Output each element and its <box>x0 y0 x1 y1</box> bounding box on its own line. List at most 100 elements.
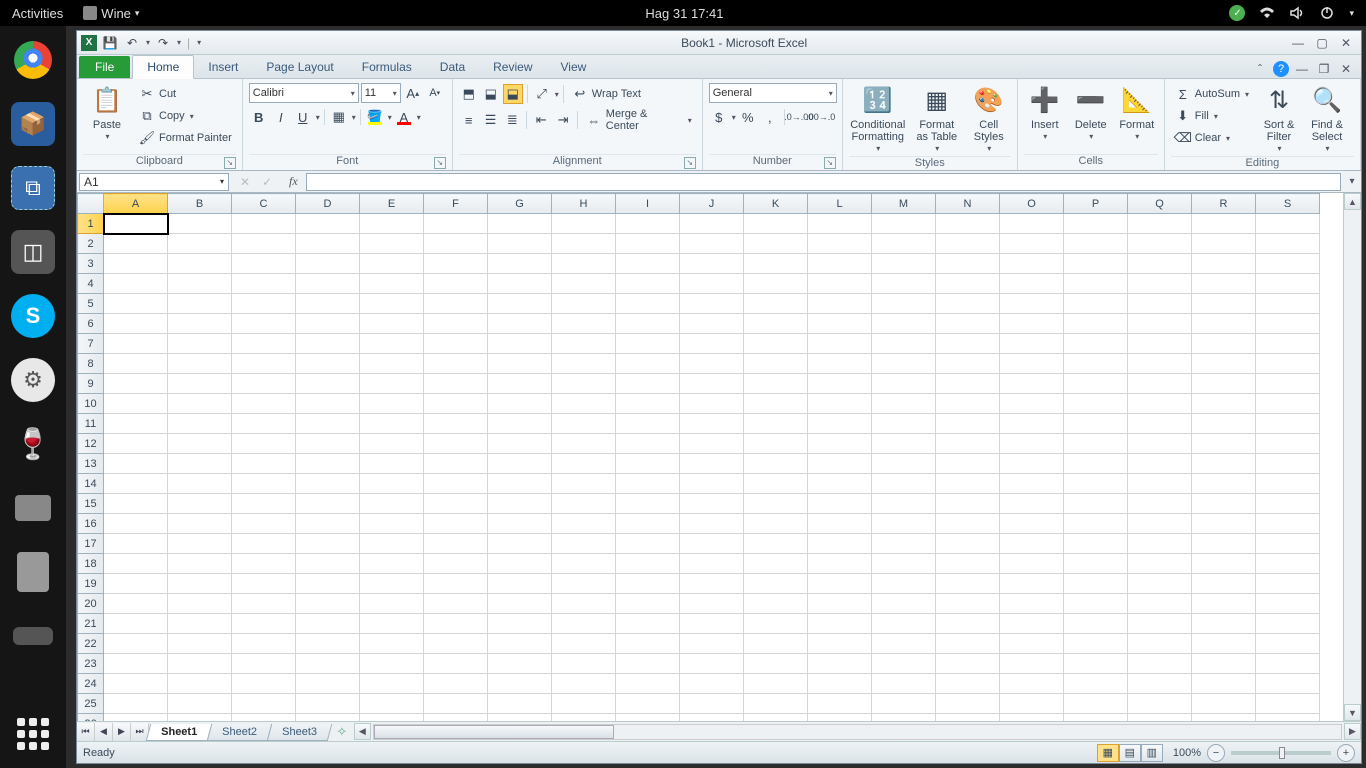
cell-Q8[interactable] <box>1128 354 1192 374</box>
cell-K16[interactable] <box>744 514 808 534</box>
dock-virtualbox[interactable]: 📦 <box>11 102 55 146</box>
cell-J5[interactable] <box>680 294 744 314</box>
row-header-16[interactable]: 16 <box>78 514 104 534</box>
font-name-combo[interactable]: Calibri▾ <box>249 83 359 103</box>
border-button[interactable]: ▦ <box>329 107 349 127</box>
cell-J16[interactable] <box>680 514 744 534</box>
cell-L9[interactable] <box>808 374 872 394</box>
cell-L18[interactable] <box>808 554 872 574</box>
cell-D13[interactable] <box>296 454 360 474</box>
cell-C5[interactable] <box>232 294 296 314</box>
cell-H10[interactable] <box>552 394 616 414</box>
cell-P1[interactable] <box>1064 214 1128 234</box>
cell-G8[interactable] <box>488 354 552 374</box>
cell-J21[interactable] <box>680 614 744 634</box>
cell-O4[interactable] <box>1000 274 1064 294</box>
cell-J18[interactable] <box>680 554 744 574</box>
autosum-button[interactable]: ΣAutoSum▾ <box>1171 83 1253 105</box>
cell-C13[interactable] <box>232 454 296 474</box>
column-header-G[interactable]: G <box>488 194 552 214</box>
cell-H25[interactable] <box>552 694 616 714</box>
cell-F16[interactable] <box>424 514 488 534</box>
cell-M8[interactable] <box>872 354 936 374</box>
cell-O2[interactable] <box>1000 234 1064 254</box>
cell-B15[interactable] <box>168 494 232 514</box>
cell-R21[interactable] <box>1192 614 1256 634</box>
cell-F25[interactable] <box>424 694 488 714</box>
cell-K23[interactable] <box>744 654 808 674</box>
sheet-tab-sheet2[interactable]: Sheet2 <box>207 724 272 741</box>
cell-R14[interactable] <box>1192 474 1256 494</box>
cell-R24[interactable] <box>1192 674 1256 694</box>
sheet-nav-next[interactable]: ▶ <box>113 723 131 741</box>
cell-S7[interactable] <box>1256 334 1320 354</box>
cell-G14[interactable] <box>488 474 552 494</box>
cell-F20[interactable] <box>424 594 488 614</box>
font-color-button[interactable]: A <box>394 107 414 127</box>
cell-F9[interactable] <box>424 374 488 394</box>
cell-J6[interactable] <box>680 314 744 334</box>
column-header-B[interactable]: B <box>168 194 232 214</box>
cell-K25[interactable] <box>744 694 808 714</box>
row-header-5[interactable]: 5 <box>78 294 104 314</box>
cell-O14[interactable] <box>1000 474 1064 494</box>
cell-D12[interactable] <box>296 434 360 454</box>
cell-G13[interactable] <box>488 454 552 474</box>
cell-I18[interactable] <box>616 554 680 574</box>
cell-I22[interactable] <box>616 634 680 654</box>
column-header-J[interactable]: J <box>680 194 744 214</box>
cell-M22[interactable] <box>872 634 936 654</box>
cell-L21[interactable] <box>808 614 872 634</box>
cell-J2[interactable] <box>680 234 744 254</box>
cell-O21[interactable] <box>1000 614 1064 634</box>
cell-E15[interactable] <box>360 494 424 514</box>
cell-S16[interactable] <box>1256 514 1320 534</box>
cell-A22[interactable] <box>104 634 168 654</box>
cell-F3[interactable] <box>424 254 488 274</box>
cell-C21[interactable] <box>232 614 296 634</box>
cell-R6[interactable] <box>1192 314 1256 334</box>
cell-H9[interactable] <box>552 374 616 394</box>
cell-R4[interactable] <box>1192 274 1256 294</box>
cell-G19[interactable] <box>488 574 552 594</box>
cell-M6[interactable] <box>872 314 936 334</box>
column-header-H[interactable]: H <box>552 194 616 214</box>
cell-O20[interactable] <box>1000 594 1064 614</box>
cell-O10[interactable] <box>1000 394 1064 414</box>
cell-R13[interactable] <box>1192 454 1256 474</box>
column-header-N[interactable]: N <box>936 194 1000 214</box>
mdi-minimize-button[interactable]: — <box>1293 60 1311 78</box>
column-header-P[interactable]: P <box>1064 194 1128 214</box>
row-header-2[interactable]: 2 <box>78 234 104 254</box>
cell-K8[interactable] <box>744 354 808 374</box>
cell-F14[interactable] <box>424 474 488 494</box>
cell-J4[interactable] <box>680 274 744 294</box>
cell-H11[interactable] <box>552 414 616 434</box>
cell-M14[interactable] <box>872 474 936 494</box>
cell-P14[interactable] <box>1064 474 1128 494</box>
column-header-R[interactable]: R <box>1192 194 1256 214</box>
merge-center-button[interactable]: ⇔Merge & Center▾ <box>582 109 696 131</box>
cell-H6[interactable] <box>552 314 616 334</box>
cell-S19[interactable] <box>1256 574 1320 594</box>
cell-S6[interactable] <box>1256 314 1320 334</box>
cell-G3[interactable] <box>488 254 552 274</box>
cell-N4[interactable] <box>936 274 1000 294</box>
cell-I23[interactable] <box>616 654 680 674</box>
cell-O15[interactable] <box>1000 494 1064 514</box>
cell-F26[interactable] <box>424 714 488 722</box>
cell-I8[interactable] <box>616 354 680 374</box>
cell-M4[interactable] <box>872 274 936 294</box>
cell-O19[interactable] <box>1000 574 1064 594</box>
row-header-19[interactable]: 19 <box>78 574 104 594</box>
cell-B11[interactable] <box>168 414 232 434</box>
row-header-22[interactable]: 22 <box>78 634 104 654</box>
cell-L16[interactable] <box>808 514 872 534</box>
cell-M1[interactable] <box>872 214 936 234</box>
dock-usb[interactable] <box>11 550 55 594</box>
cell-D21[interactable] <box>296 614 360 634</box>
cell-S23[interactable] <box>1256 654 1320 674</box>
cell-H20[interactable] <box>552 594 616 614</box>
font-launcher[interactable]: ↘ <box>434 157 446 169</box>
cell-F17[interactable] <box>424 534 488 554</box>
